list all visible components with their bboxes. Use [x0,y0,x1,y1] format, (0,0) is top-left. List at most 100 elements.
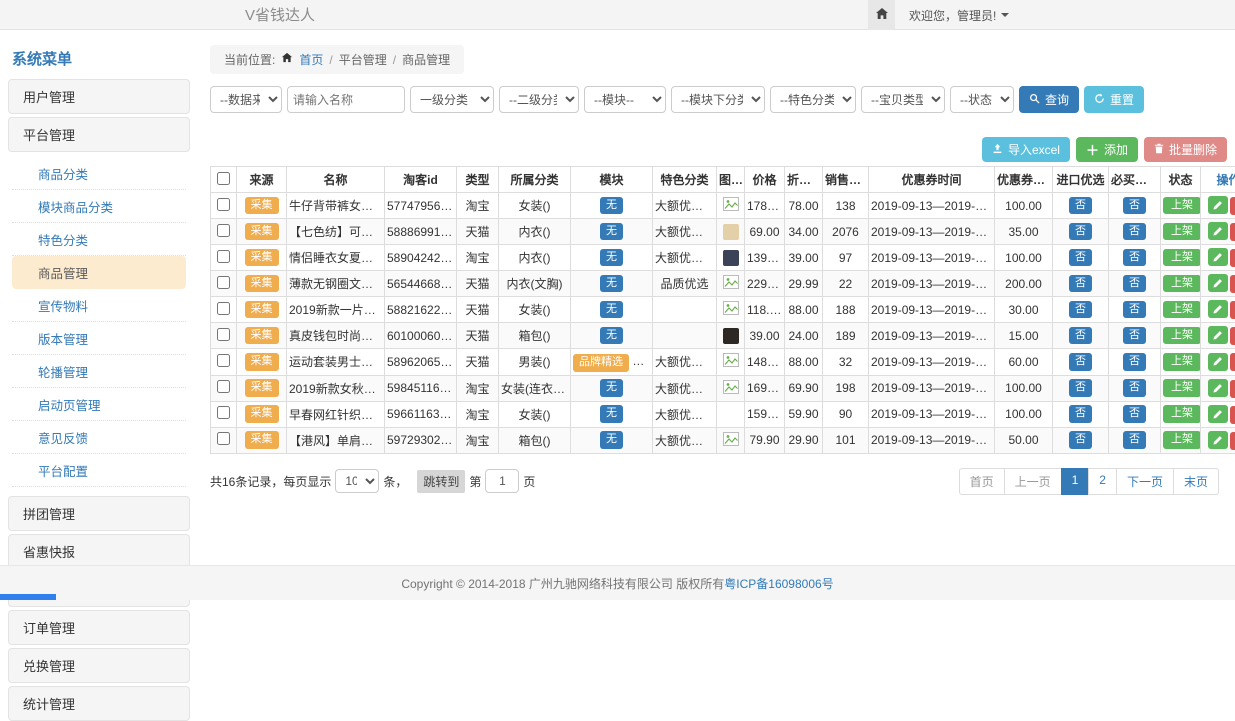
name-search-input[interactable] [287,86,405,113]
sidebar-subitem-promo-materials[interactable]: 宣传物料 [12,289,186,322]
reset-button[interactable]: 重置 [1084,86,1144,113]
import-select-toggle[interactable]: 否 [1069,275,1092,293]
import-select-toggle[interactable]: 否 [1069,431,1092,449]
delete-button[interactable] [1230,275,1235,293]
sidebar-subitem-splash-mgmt[interactable]: 启动页管理 [12,388,186,421]
row-checkbox[interactable] [217,276,230,289]
import-select-toggle[interactable]: 否 [1069,197,1092,215]
row-checkbox[interactable] [217,406,230,419]
row-checkbox[interactable] [217,302,230,315]
import-select-toggle[interactable]: 否 [1069,379,1092,397]
search-button[interactable]: 查询 [1019,86,1079,113]
user-menu[interactable]: 欢迎您，管理员! [909,7,1009,24]
edit-button[interactable] [1208,431,1228,449]
import-select-toggle[interactable]: 否 [1069,249,1092,267]
row-checkbox[interactable] [217,354,230,367]
edit-button[interactable] [1208,196,1228,214]
sidebar-subitem-module-goods-category[interactable]: 模块商品分类 [12,190,186,223]
sidebar-subitem-goods-category[interactable]: 商品分类 [12,157,186,190]
page-button-2[interactable]: 2 [1088,468,1117,495]
must-buy-toggle[interactable]: 否 [1123,379,1146,397]
import-select-toggle[interactable]: 否 [1069,327,1092,345]
prev-page-button[interactable]: 上一页 [1004,468,1062,495]
sidebar-subitem-goods-mgmt[interactable]: 商品管理 [12,256,186,289]
home-button[interactable] [868,0,895,30]
breadcrumb-home-link[interactable]: 首页 [299,51,323,68]
jump-to-button[interactable]: 跳转到 [417,470,465,493]
per-page-select[interactable]: 10 [335,469,379,493]
edit-button[interactable] [1208,248,1228,266]
sidebar-subitem-carousel-mgmt[interactable]: 轮播管理 [12,355,186,388]
sidebar-subitem-feature-category[interactable]: 特色分类 [12,223,186,256]
bulk-delete-button[interactable]: 批量删除 [1144,137,1227,162]
sidebar-item-platform-mgmt[interactable]: 平台管理 [8,117,190,152]
data-source-select[interactable]: --数据来源-- [210,86,282,113]
sidebar-item-user-mgmt[interactable]: 用户管理 [8,79,190,114]
page-button-1[interactable]: 1 [1061,468,1090,495]
status-toggle[interactable]: 上架 [1163,275,1201,293]
status-toggle[interactable]: 上架 [1163,327,1201,345]
delete-button[interactable] [1230,301,1235,319]
sidebar-subitem-platform-config[interactable]: 平台配置 [12,454,186,487]
edit-button[interactable] [1208,222,1228,240]
delete-button[interactable] [1230,327,1235,345]
select-all-checkbox[interactable] [217,172,230,185]
jump-page-input[interactable] [485,469,519,493]
status-toggle[interactable]: 上架 [1163,405,1201,423]
delete-button[interactable] [1230,353,1235,371]
edit-button[interactable] [1208,300,1228,318]
delete-button[interactable] [1230,380,1235,398]
sidebar-subitem-version-mgmt[interactable]: 版本管理 [12,322,186,355]
row-checkbox[interactable] [217,328,230,341]
row-checkbox[interactable] [217,250,230,263]
edit-button[interactable] [1208,326,1228,344]
module-subcategory-select[interactable]: --模块下分类-- [671,86,765,113]
icp-link[interactable]: 粤ICP备16098006号 [724,575,833,592]
status-toggle[interactable]: 上架 [1163,249,1201,267]
import-select-toggle[interactable]: 否 [1069,353,1092,371]
feature-category-select[interactable]: --特色分类-- [770,86,856,113]
status-toggle[interactable]: 上架 [1163,353,1201,371]
next-page-button[interactable]: 下一页 [1116,468,1174,495]
import-excel-button[interactable]: 导入excel [982,137,1070,162]
delete-button[interactable] [1230,223,1235,241]
edit-button[interactable] [1208,274,1228,292]
status-toggle[interactable]: 上架 [1163,223,1201,241]
must-buy-toggle[interactable]: 否 [1123,405,1146,423]
sidebar-item-partial[interactable]: 统计管理 [8,686,190,721]
sidebar-subitem-feedback[interactable]: 意见反馈 [12,421,186,454]
level1-category-select[interactable]: 一级分类 [410,86,494,113]
import-select-toggle[interactable]: 否 [1069,405,1092,423]
first-page-button[interactable]: 首页 [959,468,1005,495]
must-buy-toggle[interactable]: 否 [1123,431,1146,449]
edit-button[interactable] [1208,379,1228,397]
edit-button[interactable] [1208,353,1228,371]
must-buy-toggle[interactable]: 否 [1123,197,1146,215]
must-buy-toggle[interactable]: 否 [1123,249,1146,267]
must-buy-toggle[interactable]: 否 [1123,327,1146,345]
must-buy-toggle[interactable]: 否 [1123,301,1146,319]
status-toggle[interactable]: 上架 [1163,197,1201,215]
delete-button[interactable] [1230,432,1235,450]
must-buy-toggle[interactable]: 否 [1123,353,1146,371]
item-type-select[interactable]: --宝贝类型-- [861,86,945,113]
import-select-toggle[interactable]: 否 [1069,301,1092,319]
level2-category-select[interactable]: --二级分类-- [499,86,579,113]
import-select-toggle[interactable]: 否 [1069,223,1092,241]
row-checkbox[interactable] [217,432,230,445]
add-button[interactable]: ＋ 添加 [1076,137,1138,162]
status-toggle[interactable]: 上架 [1163,301,1201,319]
sidebar-item-saving-news[interactable]: 省惠快报 [8,534,190,569]
delete-button[interactable] [1230,249,1235,267]
status-toggle[interactable]: 上架 [1163,431,1201,449]
sidebar-item-groupbuy-mgmt[interactable]: 拼团管理 [8,496,190,531]
last-page-button[interactable]: 末页 [1173,468,1219,495]
must-buy-toggle[interactable]: 否 [1123,275,1146,293]
status-select[interactable]: --状态-- [950,86,1014,113]
row-checkbox[interactable] [217,380,230,393]
sidebar-item-exchange-mgmt[interactable]: 兑换管理 [8,648,190,683]
status-toggle[interactable]: 上架 [1163,379,1201,397]
must-buy-toggle[interactable]: 否 [1123,223,1146,241]
sidebar-item-order-mgmt[interactable]: 订单管理 [8,610,190,645]
row-checkbox[interactable] [217,224,230,237]
